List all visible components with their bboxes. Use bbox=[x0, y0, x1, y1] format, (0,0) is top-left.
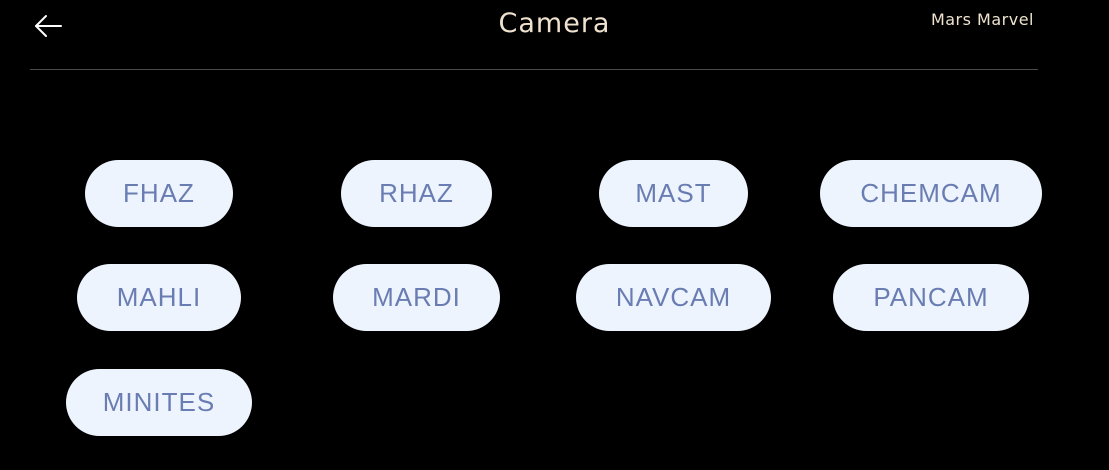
camera-button-minites[interactable]: MINITES bbox=[66, 369, 252, 436]
camera-button-navcam[interactable]: NAVCAM bbox=[576, 264, 771, 331]
back-button[interactable] bbox=[30, 10, 66, 42]
camera-button-mast[interactable]: MAST bbox=[599, 160, 748, 227]
camera-button-mardi[interactable]: MARDI bbox=[333, 264, 500, 331]
camera-button-rhaz[interactable]: RHAZ bbox=[341, 160, 492, 227]
camera-screen: Camera Mars Marvel FHAZ RHAZ MAST CHEMCA… bbox=[0, 0, 1109, 470]
camera-button-chemcam[interactable]: CHEMCAM bbox=[820, 160, 1042, 227]
camera-button-pancam[interactable]: PANCAM bbox=[833, 264, 1029, 331]
camera-button-mahli[interactable]: MAHLI bbox=[77, 264, 241, 331]
camera-button-fhaz[interactable]: FHAZ bbox=[85, 160, 233, 227]
header-divider bbox=[30, 69, 1038, 70]
brand-name: Mars Marvel bbox=[930, 10, 1034, 29]
arrow-left-icon bbox=[33, 14, 63, 38]
